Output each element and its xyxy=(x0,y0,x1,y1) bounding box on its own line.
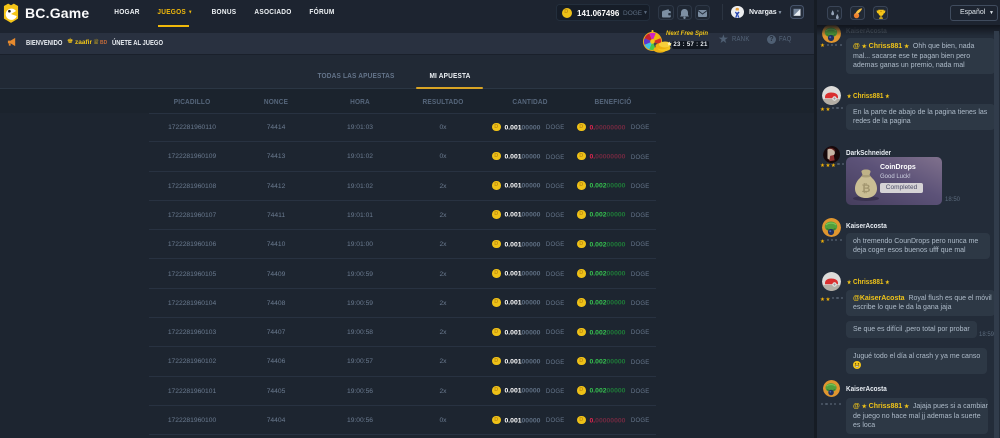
svg-text:₿: ₿ xyxy=(862,183,871,195)
